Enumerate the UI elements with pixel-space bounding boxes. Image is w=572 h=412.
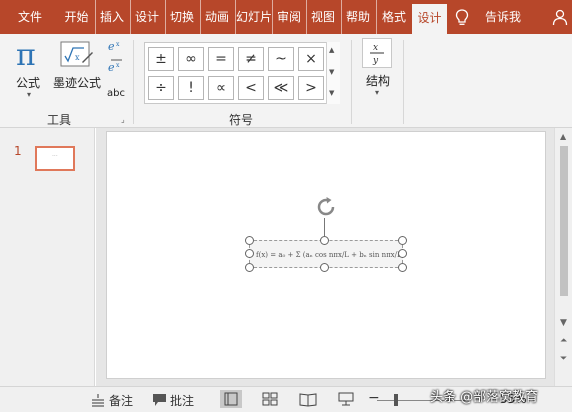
tell-me-search[interactable]: 告诉我: [478, 0, 528, 34]
ink-formula-button[interactable]: 墨迹公式: [53, 74, 101, 91]
ribbon-tab-bar: 文件 开始 插入 设计 切换 动画 幻灯片 审阅 视图 帮助 格式 设计 告诉我: [0, 0, 572, 34]
ribbon: π 公式 ▾ x 墨迹公式 e x e x abc 工具 ⌟ ± ∞ = ≠ ~…: [0, 34, 572, 128]
symbol-plus-minus[interactable]: ±: [148, 47, 174, 71]
resize-handle-s[interactable]: [320, 263, 329, 272]
tab-review[interactable]: 审阅: [272, 0, 305, 34]
tab-view[interactable]: 视图: [306, 0, 339, 34]
scroll-up-arrow-icon[interactable]: ▲: [560, 132, 566, 141]
group-divider: [133, 40, 134, 124]
symbol-tilde[interactable]: ~: [268, 47, 294, 71]
pi-icon[interactable]: π: [16, 38, 36, 73]
group-divider: [403, 40, 404, 124]
scroll-down-icon[interactable]: ▼: [329, 68, 334, 76]
resize-handle-ne[interactable]: [398, 236, 407, 245]
resize-handle-sw[interactable]: [245, 263, 254, 272]
svg-text:y: y: [372, 56, 379, 66]
scrollbar-thumb[interactable]: [560, 146, 568, 296]
symbol-infinity[interactable]: ∞: [178, 47, 204, 71]
symbol-not-equal[interactable]: ≠: [238, 47, 264, 71]
watermark: 头条 @部落窝教育: [430, 390, 539, 405]
tab-file[interactable]: 文件: [8, 0, 52, 34]
svg-text:e: e: [108, 61, 115, 74]
previous-slide-icon[interactable]: ⏶: [560, 336, 567, 346]
tab-slideshow[interactable]: 幻灯片: [235, 0, 271, 34]
abc-button[interactable]: abc: [107, 88, 125, 99]
symbol-less-than[interactable]: <: [238, 76, 264, 100]
lightbulb-icon[interactable]: [455, 9, 469, 26]
slide-thumbnail-pane: 1 ···: [0, 128, 95, 386]
resize-handle-n[interactable]: [320, 236, 329, 245]
tab-animations[interactable]: 动画: [200, 0, 233, 34]
normal-view-button[interactable]: [220, 390, 242, 408]
svg-text:e: e: [108, 40, 115, 53]
tab-help[interactable]: 帮助: [341, 0, 374, 34]
slideshow-button[interactable]: [335, 390, 357, 408]
slide-sorter-button[interactable]: [259, 390, 281, 408]
slide-number: 1: [14, 144, 22, 158]
thumbnail-content: ···: [52, 153, 58, 160]
symbols-gallery: ± ∞ = ≠ ~ × ÷ ! ∝ < ≪ >: [144, 42, 340, 104]
symbol-much-less[interactable]: ≪: [268, 76, 294, 100]
symbol-factorial[interactable]: !: [178, 76, 204, 100]
slide-thumbnail[interactable]: ···: [35, 146, 75, 171]
symbols-scroll[interactable]: ▲ ▼ ▼: [326, 42, 340, 104]
normal-view-icon: [224, 392, 238, 406]
user-icon[interactable]: [552, 9, 568, 25]
ink-equation-icon[interactable]: x: [60, 40, 94, 70]
symbols-group-label: 符号: [229, 113, 254, 127]
dialog-launcher-icon[interactable]: ⌟: [121, 115, 125, 124]
scroll-down-arrow-icon[interactable]: ▼: [560, 318, 567, 328]
rotate-handle-icon[interactable]: [314, 195, 338, 219]
comments-button[interactable]: 批注: [170, 392, 194, 409]
tab-home[interactable]: 开始: [60, 0, 93, 34]
vertical-scrollbar[interactable]: ▲ ▼ ⏶ ⏷: [554, 128, 572, 386]
rotate-connector: [324, 218, 325, 236]
fraction-structure-icon[interactable]: x y: [362, 38, 392, 68]
formula-dropdown-arrow-icon[interactable]: ▾: [27, 90, 31, 99]
notes-button[interactable]: 备注: [109, 392, 133, 409]
tab-equation-design[interactable]: 设计: [412, 4, 447, 34]
next-slide-icon[interactable]: ⏷: [560, 354, 567, 364]
symbol-greater-than[interactable]: >: [298, 76, 324, 100]
structure-dropdown-arrow-icon[interactable]: ▾: [375, 88, 379, 97]
symbol-times[interactable]: ×: [298, 47, 324, 71]
reading-view-icon: [299, 393, 317, 407]
svg-text:x: x: [75, 53, 80, 62]
zoom-out-button[interactable]: −: [368, 390, 380, 406]
comments-icon[interactable]: [152, 393, 167, 407]
equation-options-icon[interactable]: e x e x: [107, 38, 125, 84]
zoom-slider-thumb[interactable]: [394, 394, 398, 406]
reading-view-button[interactable]: [297, 390, 319, 408]
notes-icon[interactable]: [91, 393, 105, 407]
symbol-divide[interactable]: ÷: [148, 76, 174, 100]
formula-button[interactable]: 公式: [16, 74, 40, 91]
resize-handle-se[interactable]: [398, 263, 407, 272]
resize-handle-e[interactable]: [398, 249, 407, 258]
scroll-up-icon[interactable]: ▲: [329, 46, 334, 54]
tab-format[interactable]: 格式: [376, 0, 411, 34]
resize-handle-w[interactable]: [245, 249, 254, 258]
slideshow-icon: [338, 392, 354, 406]
tab-transitions[interactable]: 切换: [165, 0, 198, 34]
tools-group-label: 工具: [47, 113, 72, 127]
symbol-equals[interactable]: =: [208, 47, 234, 71]
svg-text:x: x: [373, 43, 378, 53]
resize-handle-nw[interactable]: [245, 236, 254, 245]
tab-design[interactable]: 设计: [130, 0, 163, 34]
group-divider: [351, 40, 352, 124]
slide-sorter-icon: [262, 392, 278, 406]
structure-button[interactable]: 结构: [366, 72, 390, 89]
svg-text:x: x: [116, 62, 120, 69]
tab-insert[interactable]: 插入: [95, 0, 128, 34]
more-icon[interactable]: ▼: [329, 89, 334, 97]
symbol-proportional[interactable]: ∝: [208, 76, 234, 100]
svg-text:x: x: [116, 41, 120, 48]
